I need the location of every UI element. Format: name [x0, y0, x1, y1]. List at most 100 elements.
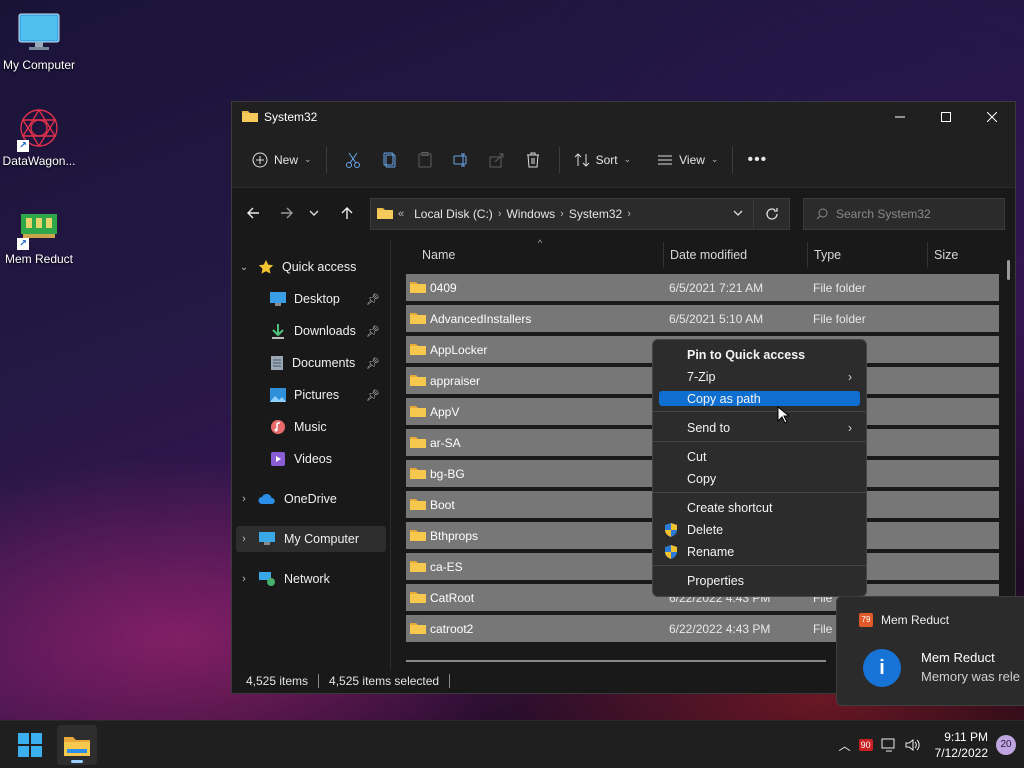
system-tray: ︿ 90 9:11 PM 7/12/2022 20 — [839, 721, 1016, 768]
maximize-button[interactable] — [923, 102, 969, 132]
file-name: AppV — [430, 404, 460, 419]
horizontal-scrollbar[interactable] — [406, 660, 826, 662]
menu-item-cut[interactable]: Cut — [659, 448, 860, 466]
nav-videos[interactable]: Videos — [270, 446, 388, 472]
file-name: appraiser — [430, 373, 481, 388]
pin-icon[interactable]: 📌︎ — [366, 389, 380, 402]
chevron-right-icon[interactable]: › — [238, 493, 250, 505]
nav-onedrive[interactable]: › OneDrive — [238, 486, 388, 512]
nav-music[interactable]: Music — [270, 414, 388, 440]
sort-icon — [574, 152, 589, 167]
cut-button[interactable] — [335, 144, 371, 176]
back-button[interactable] — [236, 198, 270, 228]
new-button[interactable]: New ⌄ — [246, 144, 318, 176]
folder-icon — [410, 621, 426, 637]
chevron-right-icon[interactable]: › — [238, 533, 250, 545]
column-header-date[interactable]: Date modified — [670, 240, 810, 270]
title-bar[interactable]: System32 — [232, 102, 1015, 132]
breadcrumb-windows[interactable]: Windows — [506, 207, 555, 221]
chevron-right-icon[interactable]: › — [560, 208, 564, 220]
nav-label: Music — [294, 420, 327, 434]
address-bar[interactable]: « Local Disk (C:) › Windows › System32 › — [370, 198, 790, 230]
menu-item-send-to[interactable]: Send to › — [659, 419, 860, 437]
file-type: File folder — [813, 311, 866, 326]
sort-button[interactable]: Sort ⌄ — [568, 144, 638, 176]
shortcut-arrow-icon: ↗ — [17, 238, 29, 250]
menu-label: Rename — [687, 545, 735, 559]
menu-item-pin-quick-access[interactable]: Pin to Quick access — [659, 346, 860, 364]
address-overflow[interactable]: « — [398, 208, 404, 220]
notification-count-badge[interactable]: 20 — [996, 735, 1016, 755]
menu-item-create-shortcut[interactable]: Create shortcut — [659, 499, 860, 517]
folder-icon — [410, 497, 426, 513]
mem-reduct-tray-icon[interactable]: 90 — [858, 739, 873, 751]
sort-arrow-icon: ^ — [538, 238, 543, 248]
show-hidden-icons-button[interactable]: ︿ — [839, 737, 851, 754]
nav-label: Pictures — [294, 388, 340, 402]
column-header-size[interactable]: Size — [934, 240, 994, 270]
copy-button[interactable] — [371, 144, 407, 176]
nav-downloads[interactable]: Downloads 📌︎ — [270, 318, 388, 344]
pin-icon[interactable]: 📌︎ — [366, 325, 380, 338]
menu-item-properties[interactable]: Properties — [659, 572, 860, 590]
volume-icon[interactable] — [905, 738, 921, 752]
menu-item-rename[interactable]: Rename — [659, 543, 860, 561]
rename-icon — [453, 153, 467, 166]
close-button[interactable] — [969, 102, 1015, 132]
refresh-button[interactable] — [753, 199, 789, 229]
minimize-button[interactable] — [877, 102, 923, 132]
column-label: Type — [814, 248, 842, 262]
nav-desktop[interactable]: Desktop 📌︎ — [270, 286, 388, 312]
table-row[interactable]: 0409 6/5/2021 7:21 AM File folder — [406, 274, 999, 301]
network-tray-icon[interactable] — [881, 738, 897, 752]
chevron-down-icon — [309, 210, 319, 216]
chevron-right-icon[interactable]: › — [627, 208, 631, 220]
menu-item-copy[interactable]: Copy — [659, 470, 860, 488]
clock[interactable]: 9:11 PM 7/12/2022 — [935, 729, 988, 761]
nav-pictures[interactable]: Pictures 📌︎ — [270, 382, 388, 408]
taskbar-file-explorer[interactable] — [57, 725, 97, 765]
pin-icon[interactable]: 📌︎ — [366, 293, 380, 306]
recent-locations-button[interactable] — [302, 198, 326, 228]
up-button[interactable] — [330, 198, 364, 228]
delete-button[interactable] — [515, 144, 551, 176]
menu-item-copy-as-path[interactable]: Copy as path — [659, 391, 860, 406]
desktop-icon-my-computer[interactable]: My Computer — [0, 10, 78, 72]
paste-button[interactable] — [407, 144, 443, 176]
rename-button[interactable] — [443, 144, 479, 176]
file-name: bg-BG — [430, 466, 465, 481]
chevron-right-icon[interactable]: › — [498, 208, 502, 220]
column-header-type[interactable]: Type — [814, 240, 924, 270]
clipboard-icon — [418, 151, 432, 167]
chevron-down-icon: ⌄ — [623, 154, 632, 164]
nav-my-computer[interactable]: › My Computer — [236, 526, 386, 552]
vertical-scrollbar[interactable] — [1007, 260, 1010, 280]
chevron-right-icon: › — [847, 370, 852, 384]
chevron-right-icon[interactable]: › — [238, 573, 250, 585]
view-button[interactable]: View ⌄ — [651, 144, 724, 176]
menu-label: Pin to Quick access — [687, 348, 806, 362]
desktop-icon-datawagon[interactable]: ↗ DataWagon... — [0, 106, 78, 168]
menu-item-delete[interactable]: Delete — [659, 521, 860, 539]
forward-button[interactable] — [270, 198, 304, 228]
breadcrumb-system32[interactable]: System32 — [569, 207, 622, 221]
search-input[interactable]: Search System32 — [803, 198, 1005, 230]
more-options-button[interactable]: ••• — [741, 144, 773, 176]
start-button[interactable] — [18, 733, 42, 760]
menu-item-7zip[interactable]: 7-Zip › — [659, 368, 860, 386]
column-header-name[interactable]: Name ^ — [422, 238, 662, 270]
share-button[interactable] — [479, 144, 515, 176]
notification-toast[interactable]: 79 Mem Reduct i Mem Reduct Memory was re… — [836, 596, 1024, 706]
pin-icon[interactable]: 📌︎ — [366, 357, 380, 370]
nav-documents[interactable]: Documents 📌︎ — [270, 350, 388, 376]
monitor-icon — [17, 10, 61, 54]
trash-icon — [526, 152, 539, 167]
nav-quick-access[interactable]: ⌄ Quick access — [238, 254, 388, 280]
pane-divider[interactable] — [390, 240, 391, 670]
address-history-button[interactable] — [723, 207, 753, 221]
desktop-icon-mem-reduct[interactable]: ↗ Mem Reduct — [0, 204, 78, 266]
breadcrumb-local-disk[interactable]: Local Disk (C:) — [414, 207, 493, 221]
table-row[interactable]: AdvancedInstallers 6/5/2021 5:10 AM File f… — [406, 305, 999, 332]
computer-icon — [259, 532, 275, 545]
nav-network[interactable]: › Network — [238, 566, 388, 592]
